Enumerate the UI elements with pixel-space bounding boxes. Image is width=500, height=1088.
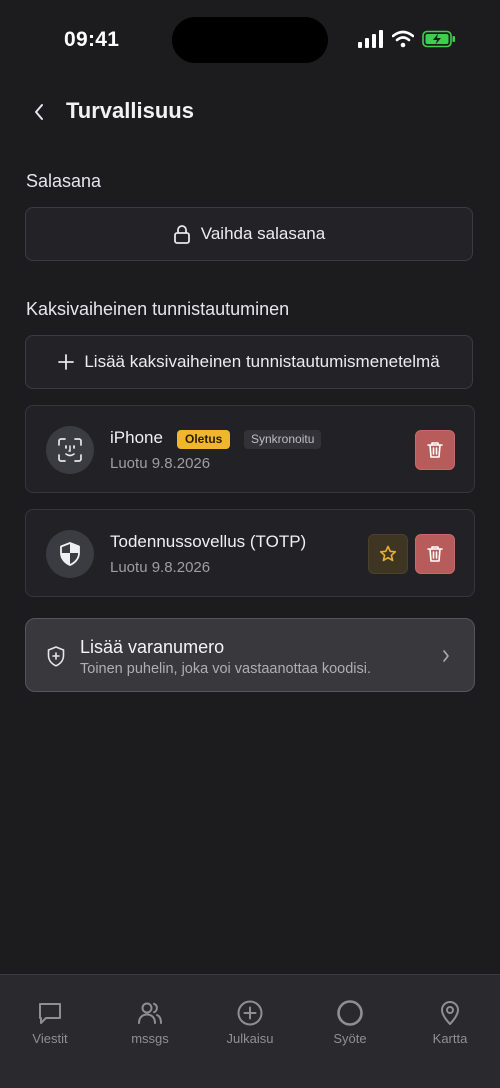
tab-kartta[interactable]: Kartta [415, 999, 485, 1046]
lock-icon [173, 225, 190, 244]
trash-icon [427, 442, 443, 458]
method-card-iphone: iPhone Oletus Synkronoitu Luotu 9.8.2026 [25, 405, 475, 493]
status-time: 09:41 [64, 28, 120, 51]
tab-bar: Viestit mssgs Julkaisu Syöte Kartta [0, 974, 500, 1088]
add-backup-number-button[interactable]: Lisää varanumero Toinen puhelin, joka vo… [25, 618, 475, 692]
dynamic-island [172, 17, 328, 63]
circle-icon [337, 1000, 363, 1026]
method-name: Todennussovellus (TOTP) [110, 532, 307, 551]
tab-label: Syöte [333, 1031, 367, 1046]
shield-icon [60, 542, 80, 566]
method-avatar [46, 530, 94, 578]
method-created-date: Luotu 9.8.2026 [110, 559, 211, 576]
synced-badge: Synkronoitu [244, 430, 322, 449]
method-created-date: Luotu 9.8.2026 [110, 455, 211, 472]
page-title: Turvallisuus [66, 98, 194, 123]
back-button[interactable] [24, 94, 54, 130]
add-two-factor-label: Lisää kaksivaiheinen tunnistautumismenet… [84, 352, 440, 371]
star-icon [379, 545, 397, 562]
chat-icon [39, 1003, 61, 1024]
tab-viestit[interactable]: Viestit [15, 999, 85, 1046]
password-section-title: Salasana [26, 171, 102, 191]
users-icon [138, 1002, 162, 1024]
chevron-right-icon [443, 650, 449, 662]
trash-icon [427, 546, 443, 562]
tab-label: mssgs [131, 1031, 169, 1046]
battery-icon [422, 30, 455, 48]
tab-label: Kartta [432, 1031, 468, 1046]
tab-syote[interactable]: Syöte [315, 999, 385, 1046]
change-password-button[interactable]: Vaihda salasana [25, 207, 473, 261]
signal-icon [358, 30, 383, 48]
add-two-factor-button[interactable]: Lisää kaksivaiheinen tunnistautumismenet… [25, 335, 473, 389]
face-id-icon [58, 438, 82, 462]
shield-plus-icon [47, 646, 65, 667]
tab-mssgs[interactable]: mssgs [115, 999, 185, 1046]
delete-method-button[interactable] [415, 534, 455, 574]
change-password-label: Vaihda salasana [200, 224, 326, 243]
chevron-left-icon [35, 104, 43, 120]
wifi-icon [392, 30, 414, 48]
status-icons [358, 30, 456, 48]
default-badge: Oletus [177, 430, 231, 449]
page-header: Turvallisuus [0, 92, 500, 132]
delete-method-button[interactable] [415, 430, 455, 470]
map-pin-icon [441, 1001, 459, 1025]
status-bar: 09:41 [0, 0, 500, 80]
plus-icon [58, 354, 75, 370]
tab-label: Viestit [32, 1031, 68, 1046]
method-avatar [46, 426, 94, 474]
two-factor-section-title: Kaksivaiheinen tunnistautuminen [26, 299, 290, 319]
backup-subtitle: Toinen puhelin, joka voi vastaanottaa ko… [80, 661, 371, 677]
tab-label: Julkaisu [226, 1031, 274, 1046]
backup-title: Lisää varanumero [80, 637, 225, 657]
method-card-totp: Todennussovellus (TOTP) Luotu 9.8.2026 [25, 509, 475, 597]
set-default-button[interactable] [368, 534, 408, 574]
tab-julkaisu[interactable]: Julkaisu [215, 999, 285, 1046]
plus-circle-icon [237, 1000, 263, 1026]
method-name: iPhone [110, 428, 163, 447]
